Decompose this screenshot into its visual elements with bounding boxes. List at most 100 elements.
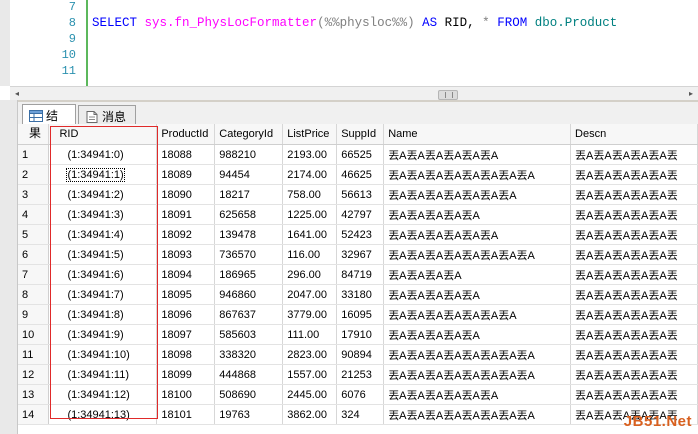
table-row[interactable]: 11 (1:34941:10) 18098 338320 2823.00 90894 丟A丟… [18,344,698,365]
row-number[interactable]: 6 [18,244,50,265]
descn-cell[interactable]: 丟A丟A丟A丟A丟A丟 [570,264,698,285]
rid-cell[interactable]: (1:34941:4) [48,224,158,245]
name-cell[interactable]: 丟A丟A丟A丟A丟A丟A丟A丟A [383,244,572,265]
listprice-cell[interactable]: 111.00 [282,324,338,345]
rid-cell[interactable]: (1:34941:13) [48,404,158,425]
productid-cell[interactable]: 18089 [156,164,216,185]
table-row[interactable]: 4 (1:34941:3) 18091 625658 1225.00 42797 丟A丟A丟… [18,204,698,225]
row-number[interactable]: 9 [18,304,50,325]
descn-cell[interactable]: 丟A丟A丟A丟A丟A丟 [570,204,698,225]
column-header-name[interactable]: Name [383,124,572,145]
listprice-cell[interactable]: 758.00 [282,184,338,205]
descn-cell[interactable]: 丟A丟A丟A丟A丟A丟 [570,184,698,205]
row-number[interactable]: 10 [18,324,50,345]
listprice-cell[interactable]: 1557.00 [282,364,338,385]
query-editor[interactable]: 7 8 9 10 11 SELECT sys.fn_PhysLocFormatt… [0,0,698,86]
suppid-cell[interactable]: 84719 [336,264,385,285]
descn-cell[interactable]: 丟A丟A丟A丟A丟A丟 [570,164,698,185]
tab-messages[interactable]: 消息 [78,105,136,124]
code-line[interactable]: SELECT sys.fn_PhysLocFormatter(%%physloc… [92,15,617,31]
scroll-left-icon[interactable]: ◂ [12,89,22,99]
rid-cell[interactable]: (1:34941:1) [48,164,158,185]
rid-cell[interactable]: (1:34941:9) [48,324,158,345]
categoryid-cell[interactable]: 94454 [214,164,284,185]
suppid-cell[interactable]: 17910 [336,324,385,345]
listprice-cell[interactable]: 2174.00 [282,164,338,185]
descn-cell[interactable]: 丟A丟A丟A丟A丟A丟 [570,244,698,265]
categoryid-cell[interactable]: 625658 [214,204,284,225]
table-row[interactable]: 13 (1:34941:12) 18100 508690 2445.00 6076 丟A丟A… [18,384,698,405]
productid-cell[interactable]: 18090 [156,184,216,205]
productid-cell[interactable]: 18092 [156,224,216,245]
row-number[interactable]: 4 [18,204,50,225]
column-header-suppid[interactable]: SuppId [336,124,385,145]
row-number[interactable]: 7 [18,264,50,285]
suppid-cell[interactable]: 6076 [336,384,385,405]
productid-cell[interactable]: 18095 [156,284,216,305]
suppid-cell[interactable]: 21253 [336,364,385,385]
descn-cell[interactable]: 丟A丟A丟A丟A丟A丟 [570,284,698,305]
name-cell[interactable]: 丟A丟A丟A丟A丟A丟A丟A丟A [383,404,572,425]
suppid-cell[interactable]: 324 [336,404,385,425]
row-number[interactable]: 13 [18,384,50,405]
table-row[interactable]: 3 (1:34941:2) 18090 18217 758.00 56613 丟A丟A丟A丟… [18,184,698,205]
categoryid-cell[interactable]: 988210 [214,144,284,165]
column-header-categoryid[interactable]: CategoryId [214,124,284,145]
descn-cell[interactable]: 丟A丟A丟A丟A丟A丟 [570,384,698,405]
suppid-cell[interactable]: 32967 [336,244,385,265]
rid-cell[interactable]: (1:34941:10) [48,344,158,365]
suppid-cell[interactable]: 90894 [336,344,385,365]
row-number[interactable]: 8 [18,284,50,305]
suppid-cell[interactable]: 42797 [336,204,385,225]
productid-cell[interactable]: 18094 [156,264,216,285]
descn-cell[interactable]: 丟A丟A丟A丟A丟A丟 [570,224,698,245]
productid-cell[interactable]: 18100 [156,384,216,405]
listprice-cell[interactable]: 2445.00 [282,384,338,405]
row-number[interactable]: 14 [18,404,50,425]
scrollbar-thumb[interactable] [438,90,458,100]
suppid-cell[interactable]: 33180 [336,284,385,305]
rid-cell[interactable]: (1:34941:3) [48,204,158,225]
column-header-productid[interactable]: ProductId [156,124,216,145]
rid-cell[interactable]: (1:34941:12) [48,384,158,405]
row-number[interactable]: 11 [18,344,50,365]
rid-cell[interactable]: (1:34941:5) [48,244,158,265]
column-header-descn[interactable]: Descn [570,124,698,145]
tab-results[interactable]: 结果 [22,104,76,140]
table-row[interactable]: 12 (1:34941:11) 18099 444868 1557.00 21253 丟A丟… [18,364,698,385]
listprice-cell[interactable]: 3862.00 [282,404,338,425]
descn-cell[interactable]: 丟A丟A丟A丟A丟A丟 [570,144,698,165]
categoryid-cell[interactable]: 18217 [214,184,284,205]
categoryid-cell[interactable]: 338320 [214,344,284,365]
table-row[interactable]: 14 (1:34941:13) 18101 19763 3862.00 324 丟A丟A丟A… [18,404,698,425]
categoryid-cell[interactable]: 867637 [214,304,284,325]
productid-cell[interactable]: 18101 [156,404,216,425]
rid-cell[interactable]: (1:34941:11) [48,364,158,385]
name-cell[interactable]: 丟A丟A丟A丟A丟A丟A丟A [383,304,572,325]
listprice-cell[interactable]: 116.00 [282,244,338,265]
table-row[interactable]: 8 (1:34941:7) 18095 946860 2047.00 33180 丟A丟A丟… [18,284,698,305]
listprice-cell[interactable]: 1641.00 [282,224,338,245]
listprice-cell[interactable]: 3779.00 [282,304,338,325]
suppid-cell[interactable]: 66525 [336,144,385,165]
categoryid-cell[interactable]: 186965 [214,264,284,285]
suppid-cell[interactable]: 52423 [336,224,385,245]
descn-cell[interactable]: 丟A丟A丟A丟A丟A丟 [570,364,698,385]
name-cell[interactable]: 丟A丟A丟A丟A丟A [383,204,572,225]
row-number[interactable]: 3 [18,184,50,205]
table-row[interactable]: 7 (1:34941:6) 18094 186965 296.00 84719 丟A丟A丟A… [18,264,698,285]
productid-cell[interactable]: 18093 [156,244,216,265]
productid-cell[interactable]: 18099 [156,364,216,385]
categoryid-cell[interactable]: 139478 [214,224,284,245]
descn-cell[interactable]: 丟A丟A丟A丟A丟A丟 [570,344,698,365]
productid-cell[interactable]: 18096 [156,304,216,325]
categoryid-cell[interactable]: 736570 [214,244,284,265]
categoryid-cell[interactable]: 19763 [214,404,284,425]
table-row[interactable]: 9 (1:34941:8) 18096 867637 3779.00 16095 丟A丟A丟… [18,304,698,325]
listprice-cell[interactable]: 2193.00 [282,144,338,165]
name-cell[interactable]: 丟A丟A丟A丟A [383,264,572,285]
categoryid-cell[interactable]: 508690 [214,384,284,405]
name-cell[interactable]: 丟A丟A丟A丟A丟A [383,324,572,345]
scroll-right-icon[interactable]: ▸ [686,89,696,99]
listprice-cell[interactable]: 1225.00 [282,204,338,225]
